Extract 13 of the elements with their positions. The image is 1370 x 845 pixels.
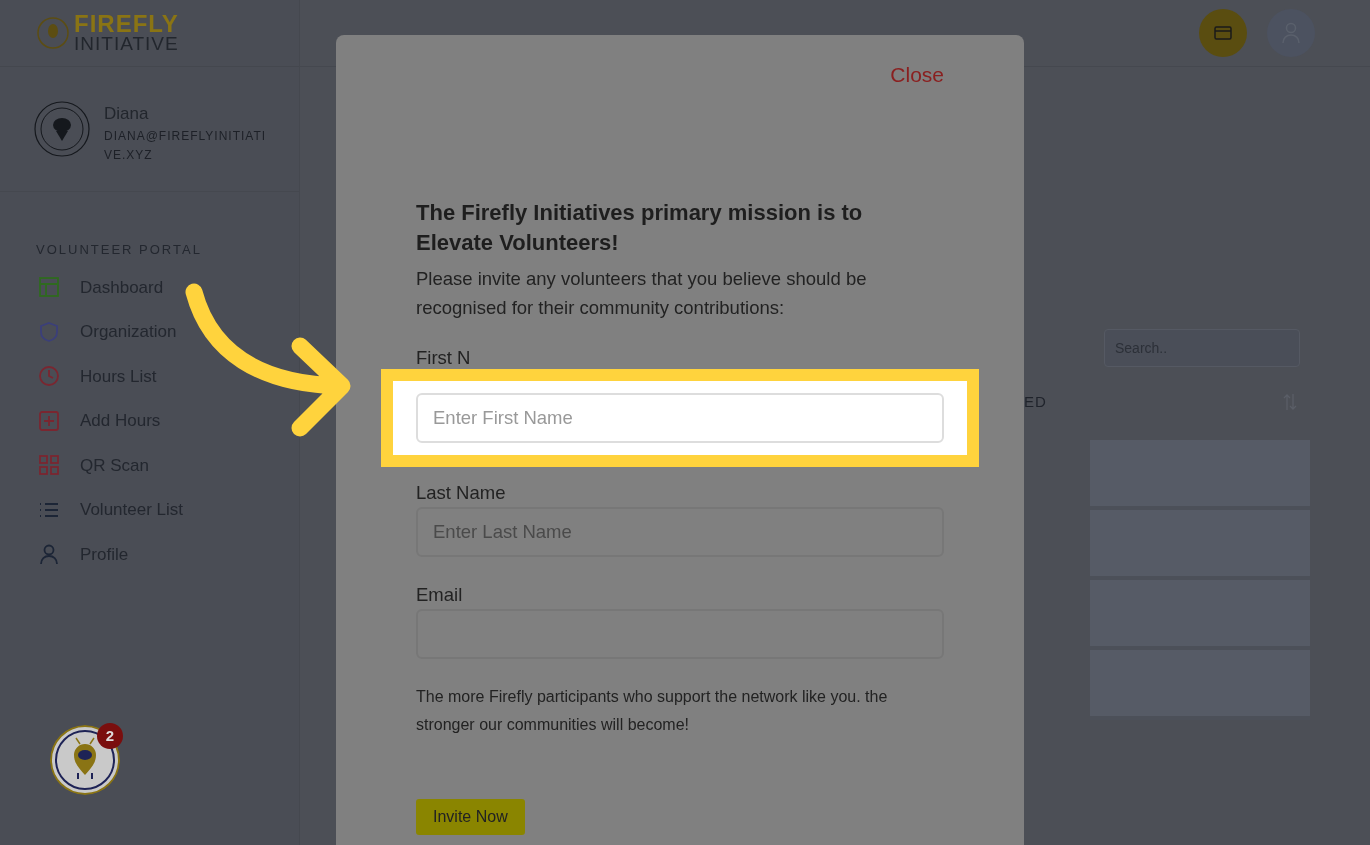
field-label: First N [416, 345, 472, 370]
logo-text: FIREFLY [74, 13, 179, 35]
modal-title: The Firefly Initiatives primary mission is to Elevate Volunteers! [416, 198, 864, 257]
modal-note: The more Firefly participants who support the network like you. the stronger our communities will become! [416, 686, 889, 735]
close-link[interactable]: Close [890, 59, 944, 91]
avatar-icon [34, 101, 90, 157]
modal-intro: Please invite any volunteers that you believe should be recognised for their community contributions: [416, 266, 868, 320]
field-label: Email [416, 583, 464, 607]
logo-icon [36, 16, 70, 50]
field-label: Last Name [416, 481, 507, 506]
card-button[interactable] [1199, 9, 1247, 57]
invite-button[interactable]: Invite Now [416, 798, 525, 835]
card-icon [1214, 26, 1232, 40]
